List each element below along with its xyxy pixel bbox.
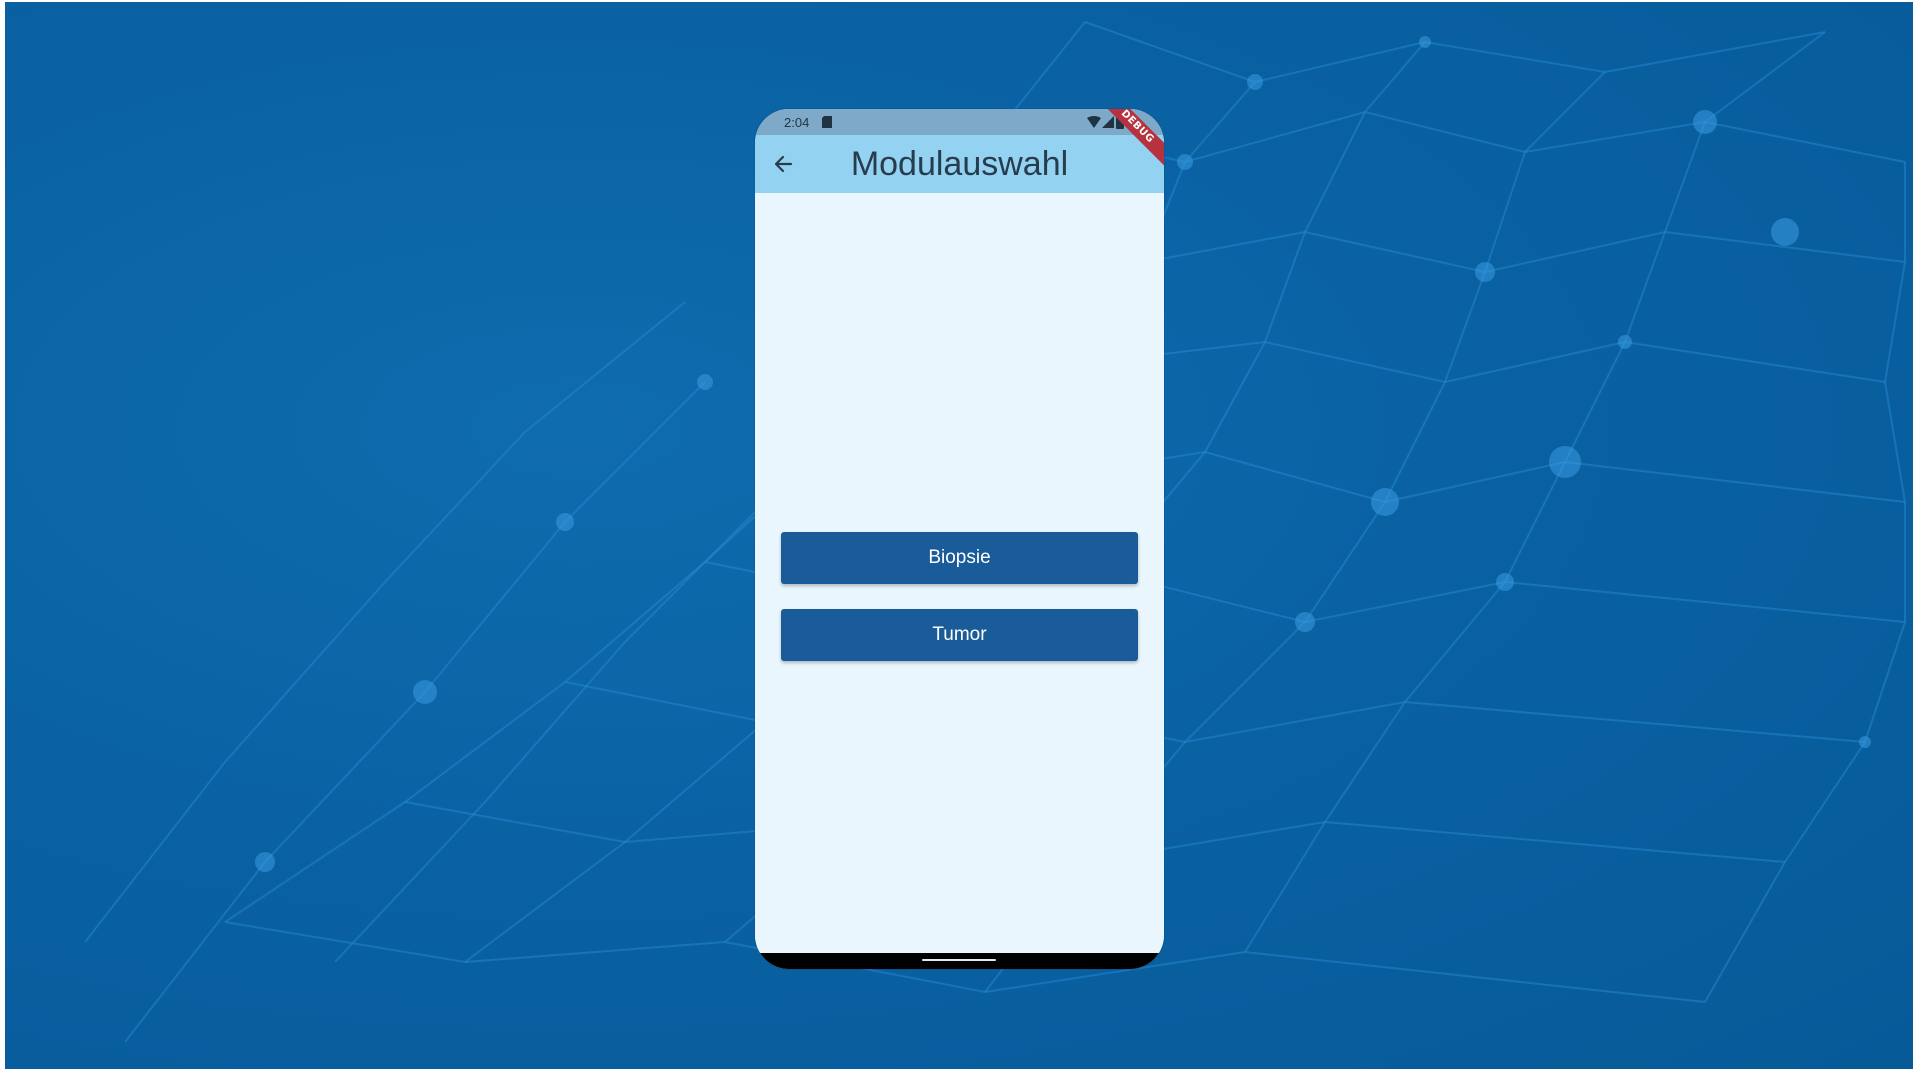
- phone-frame: 2:04 Modulauswahl DEBUG Biopsie Tumor: [755, 109, 1164, 969]
- biopsie-button[interactable]: Biopsie: [781, 532, 1138, 584]
- page-title: Modulauswahl: [850, 145, 1069, 183]
- back-button[interactable]: [769, 150, 797, 178]
- wifi-icon: [1087, 116, 1101, 128]
- sd-card-icon: [822, 116, 832, 128]
- tumor-button[interactable]: Tumor: [781, 609, 1138, 661]
- back-arrow-icon: [774, 155, 793, 173]
- desktop-background: 2:04 Modulauswahl DEBUG Biopsie Tumor: [5, 2, 1913, 1069]
- status-bar: 2:04: [755, 109, 1164, 135]
- navigation-bar: [755, 953, 1164, 969]
- signal-icon: [1102, 116, 1114, 128]
- home-indicator[interactable]: [922, 959, 996, 961]
- app-bar: Modulauswahl: [755, 135, 1164, 193]
- status-time: 2:04: [784, 115, 810, 130]
